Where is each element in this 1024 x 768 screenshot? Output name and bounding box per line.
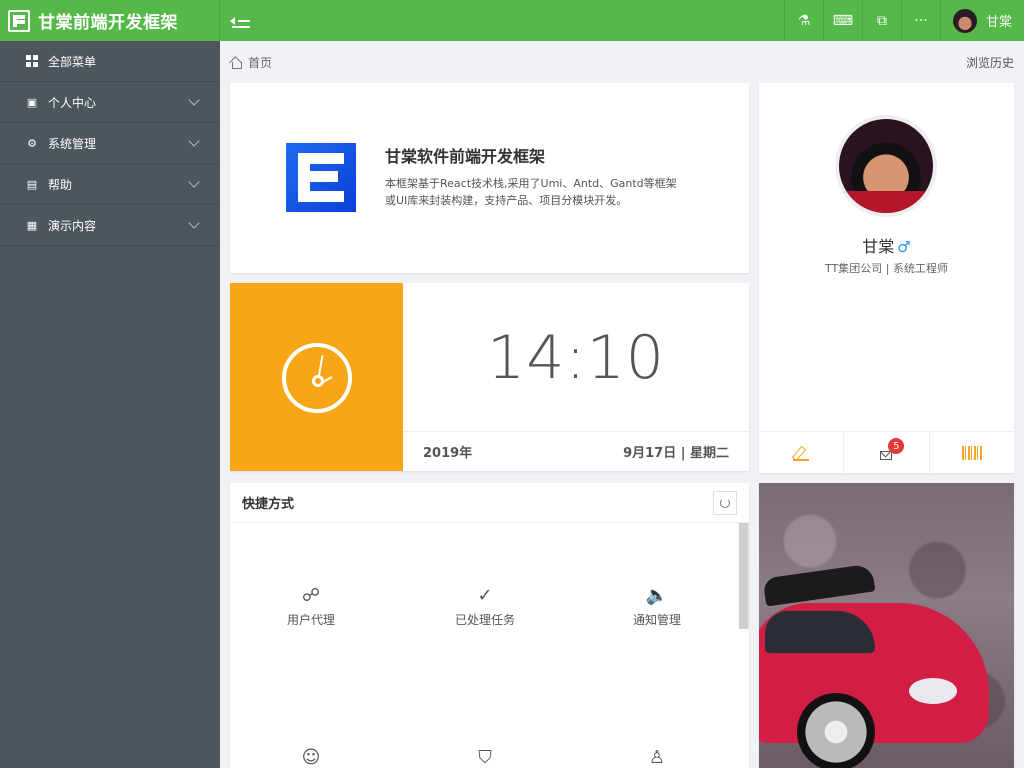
profile-name-text: 甘棠 bbox=[862, 237, 895, 256]
sidebar-item-demo[interactable]: ▦ 演示内容 bbox=[0, 205, 220, 246]
sidebar-item-label: 演示内容 bbox=[48, 218, 97, 233]
sidebar-item-label: 系统管理 bbox=[48, 136, 97, 151]
avatar bbox=[952, 8, 977, 33]
edit-icon bbox=[793, 445, 810, 461]
car-wheel bbox=[797, 693, 875, 768]
shortcut-label: 已处理任务 bbox=[454, 613, 515, 627]
user-menu[interactable]: 甘棠 bbox=[939, 0, 1024, 41]
sidebar-item-system-management[interactable]: ⚙ 系统管理 bbox=[0, 123, 220, 164]
chevron-down-icon bbox=[188, 176, 200, 188]
user-minus-icon: ♙ bbox=[648, 746, 666, 768]
shortcuts-title: 快捷方式 bbox=[242, 497, 295, 512]
avatar[interactable] bbox=[835, 115, 937, 217]
shortcut-user-agent[interactable]: ☍ 用户代理 bbox=[251, 583, 371, 628]
agent-icon: ☍ bbox=[301, 584, 321, 606]
brand[interactable]: 甘棠前端开发框架 bbox=[0, 0, 220, 41]
clock-year: 2019年 bbox=[423, 446, 473, 461]
clock-time: 14:10 bbox=[487, 323, 665, 393]
shortcut-shield-user[interactable]: ⛉ bbox=[425, 745, 545, 768]
sidebar-item-help[interactable]: ▤ 帮助 bbox=[0, 164, 220, 205]
shortcut-label: 通知管理 bbox=[632, 613, 681, 627]
clock-date: 9月17日 | 星期二 bbox=[623, 446, 729, 461]
home-icon[interactable] bbox=[230, 57, 242, 69]
profile-card: 甘棠 ♂ TT集团公司 | 系统工程师 5 bbox=[759, 83, 1014, 473]
top-bar: 甘棠前端开发框架 ⚗ ⌨ ⧉ ··· 甘棠 bbox=[0, 0, 1024, 41]
sidebar-item-personal-center[interactable]: ▣ 个人中心 bbox=[0, 82, 220, 123]
breadcrumb-home[interactable]: 首页 bbox=[248, 54, 272, 71]
car-headlight bbox=[909, 678, 957, 704]
intro-title: 甘棠软件前端开发框架 bbox=[385, 147, 546, 166]
breadcrumb: 首页 浏览历史 bbox=[220, 41, 1024, 83]
app-logo-icon bbox=[8, 9, 30, 32]
sidebar-item-label: 帮助 bbox=[48, 177, 73, 192]
sidebar-item-label: 个人中心 bbox=[48, 95, 97, 110]
refresh-button[interactable] bbox=[713, 490, 737, 515]
chevron-down-icon bbox=[188, 217, 200, 229]
clock-panel bbox=[230, 283, 403, 471]
shortcut-user-minus[interactable]: ♙ bbox=[597, 745, 717, 768]
barcode-icon bbox=[961, 445, 982, 460]
document-icon: ▤ bbox=[26, 177, 38, 191]
unread-badge: 5 bbox=[888, 438, 905, 454]
main-content: 首页 浏览历史 甘棠软件前端开发框架 本框架基于React技术栈,采用了Umi、… bbox=[220, 41, 1024, 768]
browse-history-link[interactable]: 浏览历史 bbox=[966, 54, 1014, 71]
messages-button[interactable]: 5 bbox=[844, 432, 930, 473]
shortcut-users[interactable]: ☺ bbox=[251, 745, 371, 768]
edit-profile-button[interactable] bbox=[759, 432, 845, 473]
shortcuts-card: 快捷方式 ☍ 用户代理 ✓ 已处理任务 🔈 通知管理 ☺ ⛉ ♙ bbox=[230, 483, 749, 768]
demo-icon: ▦ bbox=[26, 218, 38, 232]
intro-card: 甘棠软件前端开发框架 本框架基于React技术栈,采用了Umi、Antd、Gan… bbox=[230, 83, 749, 273]
keyboard-icon[interactable]: ⌨ bbox=[822, 0, 862, 41]
scrollbar[interactable] bbox=[739, 523, 749, 629]
chevron-down-icon bbox=[188, 135, 200, 147]
user-name: 甘棠 bbox=[985, 15, 1012, 30]
equalizer-icon[interactable]: ⧉ bbox=[861, 0, 901, 41]
shortcut-processed-tasks[interactable]: ✓ 已处理任务 bbox=[425, 583, 545, 628]
chevron-down-icon bbox=[188, 94, 200, 106]
task-done-icon: ✓ bbox=[477, 584, 493, 606]
framework-logo-icon bbox=[286, 143, 356, 212]
more-icon[interactable]: ··· bbox=[900, 0, 940, 41]
shortcut-notification-management[interactable]: 🔈 通知管理 bbox=[597, 583, 717, 628]
gear-icon: ⚙ bbox=[27, 136, 37, 150]
app-title: 甘棠前端开发框架 bbox=[38, 13, 178, 33]
shield-user-icon: ⛉ bbox=[478, 746, 492, 768]
profile-actions: 5 bbox=[759, 431, 1014, 473]
users-icon: ☺ bbox=[301, 746, 321, 768]
car-photo bbox=[759, 483, 1014, 768]
shortcut-label: 用户代理 bbox=[286, 613, 335, 627]
menu-collapse-icon[interactable] bbox=[230, 13, 250, 29]
refresh-icon bbox=[720, 497, 730, 508]
clock-footer: 2019年 9月17日 | 星期二 bbox=[403, 431, 749, 471]
sidebar: 全部菜单 ▣ 个人中心 ⚙ 系统管理 ▤ 帮助 ▦ 演示内容 bbox=[0, 41, 220, 768]
flask-icon[interactable]: ⚗ bbox=[783, 0, 823, 41]
shortcuts-header: 快捷方式 bbox=[230, 483, 749, 523]
profile-name: 甘棠 ♂ bbox=[759, 233, 1014, 257]
profile-organization: TT集团公司 | 系统工程师 bbox=[825, 262, 948, 275]
clock-icon bbox=[282, 343, 352, 413]
intro-description: 本框架基于React技术栈,采用了Umi、Antd、Gantd等框架或UI库来封… bbox=[385, 177, 677, 207]
sidebar-item-label: 全部菜单 bbox=[48, 54, 97, 69]
male-icon: ♂ bbox=[897, 238, 911, 256]
barcode-button[interactable] bbox=[930, 432, 1014, 473]
clock-card: 14:10 2019年 9月17日 | 星期二 bbox=[230, 283, 749, 471]
car-windshield bbox=[765, 611, 875, 653]
contact-icon: ▣ bbox=[26, 95, 38, 109]
speaker-icon: 🔈 bbox=[645, 584, 669, 606]
grid-icon bbox=[26, 55, 38, 67]
sidebar-item-all-menus[interactable]: 全部菜单 bbox=[0, 41, 220, 82]
